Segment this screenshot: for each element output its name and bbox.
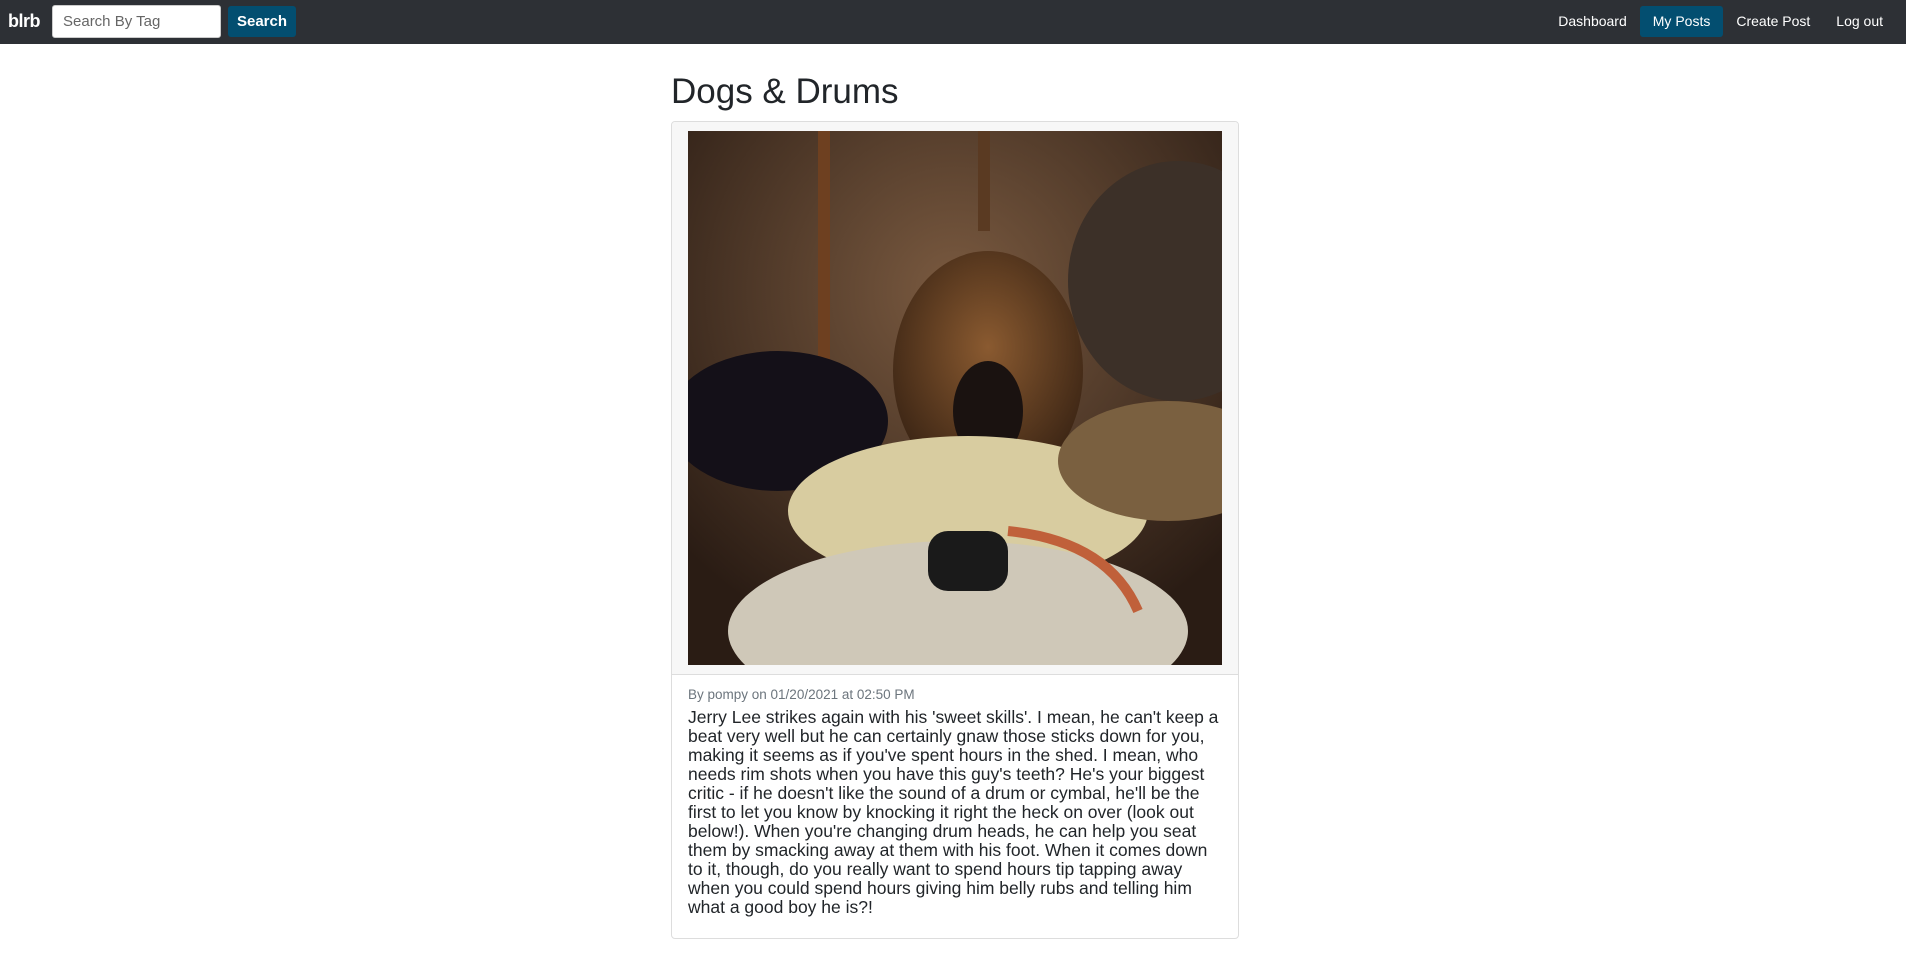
nav-log-out[interactable]: Log out xyxy=(1823,6,1896,37)
nav-dashboard[interactable]: Dashboard xyxy=(1545,6,1640,37)
post-image-container xyxy=(672,122,1238,675)
navbar: blrb Search Dashboard My Posts Create Po… xyxy=(0,0,1906,44)
search-input[interactable] xyxy=(52,5,221,38)
nav-create-post[interactable]: Create Post xyxy=(1723,6,1823,37)
brand-logo[interactable]: blrb xyxy=(8,11,41,32)
nav-my-posts[interactable]: My Posts xyxy=(1639,6,1724,37)
page-title: Dogs & Drums xyxy=(671,72,899,111)
post-image xyxy=(688,131,1222,665)
post-meta: By pompy on 01/20/2021 at 02:50 PM xyxy=(688,687,915,702)
post-text: Jerry Lee strikes again with his 'sweet … xyxy=(688,707,1219,917)
nav-links: Dashboard My Posts Create Post Log out xyxy=(1545,6,1896,37)
post-card: By pompy on 01/20/2021 at 02:50 PM Jerry… xyxy=(671,121,1239,939)
post-body: By pompy on 01/20/2021 at 02:50 PM Jerry… xyxy=(672,675,1238,929)
search-button[interactable]: Search xyxy=(228,6,296,37)
